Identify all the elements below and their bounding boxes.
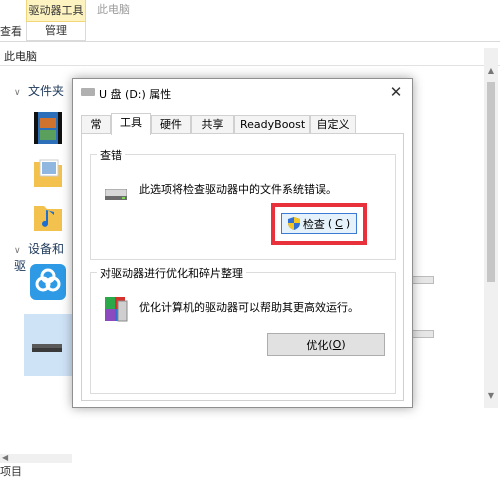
error-check-group: 查错 此选项将检查驱动器中的文件系统错误。 检查(C)	[90, 147, 396, 260]
optimize-description: 优化计算机的驱动器可以帮助其更高效运行。	[139, 301, 359, 314]
nav-folders-section[interactable]: ∨ 文件夹	[14, 82, 64, 99]
tab-tools[interactable]: 工具	[111, 113, 151, 135]
drive-properties-dialog: U 盘 (D:) 属性 ✕ 常规 工具 硬件 共享 ReadyBoost 自定义…	[72, 78, 413, 408]
error-check-description: 此选项将检查驱动器中的文件系统错误。	[139, 183, 337, 196]
ribbon-context-this-pc: 此电脑	[97, 3, 130, 16]
dialog-title: U 盘 (D:) 属性	[99, 88, 172, 101]
optimize-button-mnemonic: O	[332, 338, 342, 351]
expand-caret-icon[interactable]: ∨	[14, 88, 24, 98]
expand-caret-icon[interactable]: ∨	[14, 246, 24, 256]
address-path[interactable]: 此电脑	[4, 48, 37, 64]
tools-tab-panel: 查错 此选项将检查驱动器中的文件系统错误。 检查(C) 对驱动器进行优化和碎片整…	[81, 133, 404, 401]
video-folder-icon[interactable]	[28, 108, 68, 148]
drive-capacity-bar	[410, 276, 434, 284]
pictures-folder-icon[interactable]	[28, 152, 68, 192]
drive-capacity-bar	[410, 330, 434, 338]
usb-drive-icon	[32, 344, 62, 352]
usb-drive-selected-tile[interactable]	[24, 314, 72, 376]
scroll-down-icon[interactable]: ▼	[484, 391, 498, 400]
tab-general[interactable]: 常规	[81, 115, 111, 148]
tab-readyboost[interactable]: ReadyBoost	[234, 115, 310, 134]
ribbon: 查看 驱动器工具 管理 此电脑	[0, 0, 500, 42]
address-bar[interactable]: 此电脑 ⌄	[0, 44, 500, 66]
drive-icon	[81, 88, 95, 96]
scrollbar-thumb[interactable]	[487, 82, 495, 282]
ribbon-tab-view[interactable]: 查看	[0, 22, 22, 42]
optimize-button-label: 优化	[306, 338, 329, 352]
defrag-icon	[105, 297, 128, 322]
ribbon-tab-manage[interactable]: 管理	[26, 22, 86, 41]
highlight-annotation-box	[271, 203, 367, 245]
optimize-button[interactable]: 优化(O)	[267, 333, 385, 356]
baidu-netdisk-icon[interactable]	[28, 262, 68, 302]
ribbon-tab-drive-tools[interactable]: 驱动器工具	[26, 0, 86, 22]
optimize-group: 对驱动器进行优化和碎片整理 优化计算机的驱动器可以帮助其更高效运行。 优化(O)	[90, 265, 396, 394]
optimize-title: 对驱动器进行优化和碎片整理	[97, 265, 246, 281]
horizontal-scrollbar[interactable]: ◀	[0, 453, 72, 463]
scroll-up-icon[interactable]: ▲	[484, 66, 498, 75]
close-icon[interactable]: ✕	[386, 82, 406, 102]
nav-folders-label: 文件夹	[28, 84, 65, 98]
status-bar-text: 项目	[0, 465, 22, 478]
tab-customize[interactable]: 自定义	[310, 115, 356, 134]
dialog-tabs: 常规 工具 硬件 共享 ReadyBoost 自定义	[81, 113, 406, 148]
hard-drive-icon	[105, 189, 127, 200]
optimize-button-mnemonic-close: )	[341, 338, 346, 351]
music-folder-icon[interactable]	[28, 196, 68, 236]
scroll-left-icon[interactable]: ◀	[2, 453, 8, 462]
tab-hardware[interactable]: 硬件	[151, 115, 191, 134]
error-check-title: 查错	[97, 147, 125, 163]
dialog-titlebar[interactable]: U 盘 (D:) 属性 ✕	[73, 79, 412, 107]
tab-sharing[interactable]: 共享	[191, 115, 234, 134]
navigation-pane: ∨ 文件夹 ∨ 设备和驱 ◀ 项目	[0, 70, 72, 478]
vertical-scrollbar[interactable]: ▲ ▼	[484, 48, 498, 408]
